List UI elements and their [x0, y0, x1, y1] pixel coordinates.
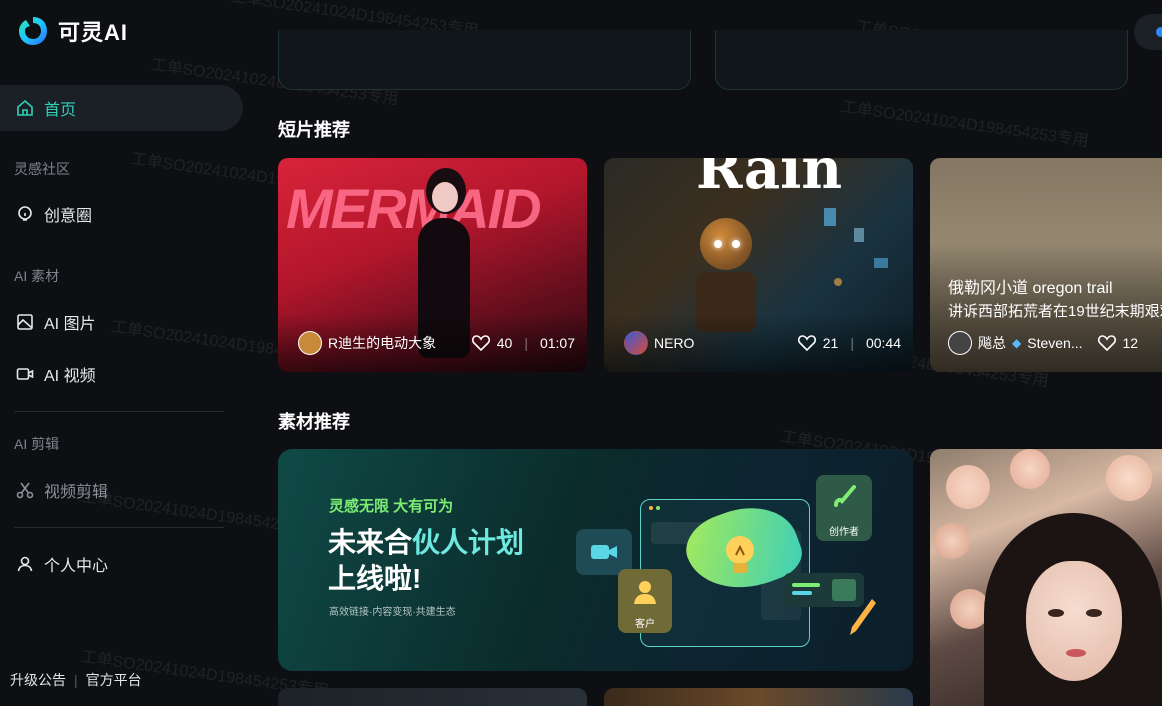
section-title-shorts: 短片推荐 [278, 120, 350, 140]
flower-decor [1010, 449, 1050, 489]
author-name[interactable]: NERO [654, 335, 694, 351]
card-meta: NERO 21 | 00:44 [604, 314, 913, 372]
material-card[interactable] [278, 688, 587, 706]
short-card[interactable]: 俄勒冈小道 oregon trail 讲诉西部拓荒者在19世纪末期艰难 飚总 ◆… [930, 158, 1162, 372]
creator-tile: 创作者 [816, 475, 872, 541]
diamond-icon: ◆ [1012, 336, 1022, 350]
meta-separator: | [524, 335, 528, 351]
lightbulb-icon [726, 536, 754, 573]
banner-illustration: 客户 创作者 [574, 469, 904, 659]
poster-title: Rain [696, 158, 843, 202]
nav-ai-image[interactable]: AI 图片 [0, 299, 243, 345]
banner-title: 未来合伙人计划 上线啦! [328, 525, 524, 597]
like-count: 21 [822, 335, 839, 351]
nav-home[interactable]: 首页 [0, 85, 243, 131]
short-card[interactable]: Rain NERO 21 | 00:44 [604, 158, 913, 372]
announcement-link[interactable]: 升级公告 [10, 670, 66, 690]
nav-video-edit[interactable]: 视频剪辑 [0, 467, 243, 513]
app-logo[interactable]: 可灵AI [16, 14, 128, 48]
short-card[interactable]: MERMAID R迪生的电动大象 40 | 01:07 [278, 158, 587, 372]
card-title: 俄勒冈小道 oregon trail [948, 280, 1113, 297]
banner-footer: 高效链接·内容变现·共建生态 [329, 607, 456, 618]
portrait-eye [1086, 609, 1102, 617]
client-label: 客户 [635, 619, 655, 630]
section-label-edit: AI 剪辑 [14, 436, 60, 452]
user-icon [17, 556, 33, 572]
avatar[interactable] [624, 331, 648, 355]
flower-decor [934, 523, 970, 559]
status-dot [1156, 27, 1162, 37]
card-meta: 飚总 ◆ Steven... 12 [930, 314, 1162, 372]
banner-title-line2: 上线啦! [328, 563, 422, 594]
section-label-community: 灵感社区 [14, 161, 70, 177]
official-platform-link[interactable]: 官方平台 [86, 670, 142, 690]
top-feature-card[interactable] [715, 30, 1128, 90]
video-camera-icon [591, 545, 617, 559]
poster-lights [814, 198, 904, 318]
section-title-materials: 素材推荐 [278, 412, 350, 432]
nav-ai-image-label: AI 图片 [44, 316, 96, 333]
author-name[interactable]: 飚总 [978, 333, 1006, 353]
user-pill[interactable] [1134, 14, 1162, 50]
nav-personal-center[interactable]: 个人中心 [0, 541, 243, 587]
section-label-material: AI 素材 [14, 268, 60, 284]
watermark: 工单SO20241024D198454253专用 [839, 98, 1090, 151]
duration: 01:07 [539, 335, 575, 351]
app-name: 可灵AI [58, 20, 129, 45]
portrait-eye [1048, 609, 1064, 617]
nav-ai-video[interactable]: AI 视频 [0, 351, 243, 397]
meta-separator: | [850, 335, 854, 351]
nav-creative-circle-label: 创意圈 [44, 208, 93, 225]
user-icon [634, 581, 656, 604]
lightbulb-icon [18, 206, 32, 221]
top-feature-card[interactable] [278, 30, 691, 90]
nav-creative-circle[interactable]: 创意圈 [0, 191, 243, 237]
material-card[interactable] [930, 449, 1162, 706]
sidebar-divider [14, 527, 224, 528]
avatar[interactable] [948, 331, 972, 355]
creator-label: 创作者 [829, 527, 859, 538]
material-card[interactable] [604, 688, 913, 706]
client-tile: 客户 [618, 569, 672, 633]
author-name[interactable]: R迪生的电动大象 [328, 333, 436, 353]
duration: 00:44 [865, 335, 901, 351]
pencil-icon [850, 599, 876, 635]
paintbrush-icon [834, 485, 856, 507]
flower-decor [1106, 455, 1152, 501]
portrait-lips [1066, 649, 1086, 657]
home-icon [17, 99, 33, 116]
banner-title-part1: 未来合 [328, 527, 413, 558]
portrait-face [1026, 561, 1122, 681]
nav-video-edit-label: 视频剪辑 [44, 484, 109, 501]
nav-ai-video-label: AI 视频 [44, 368, 96, 385]
partner-program-banner[interactable]: 灵感无限 大有可为 未来合伙人计划 上线啦! 高效链接·内容变现·共建生态 客户… [278, 449, 913, 671]
nav-personal-center-label: 个人中心 [44, 558, 109, 575]
sidebar-footer: 升级公告 | 官方平台 [10, 670, 142, 690]
heart-icon[interactable] [1097, 333, 1117, 353]
avatar[interactable] [298, 331, 322, 355]
kling-logo-icon [19, 17, 47, 45]
image-icon [17, 314, 33, 330]
banner-title-highlight: 伙人计划 [412, 527, 525, 558]
like-count: 40 [496, 335, 513, 351]
card-meta: R迪生的电动大象 40 | 01:07 [278, 314, 587, 372]
banner-subtitle: 灵感无限 大有可为 [329, 498, 454, 515]
like-count: 12 [1122, 335, 1139, 351]
scissors-icon [16, 482, 34, 499]
video-tile [576, 529, 632, 575]
nav-home-label: 首页 [44, 102, 77, 119]
footer-separator: | [74, 672, 78, 688]
video-camera-icon [16, 368, 34, 380]
flower-decor [946, 465, 990, 509]
heart-icon[interactable] [797, 333, 817, 353]
sidebar-divider [14, 411, 224, 412]
author-name-secondary[interactable]: Steven... [1027, 335, 1082, 351]
heart-icon[interactable] [471, 333, 491, 353]
